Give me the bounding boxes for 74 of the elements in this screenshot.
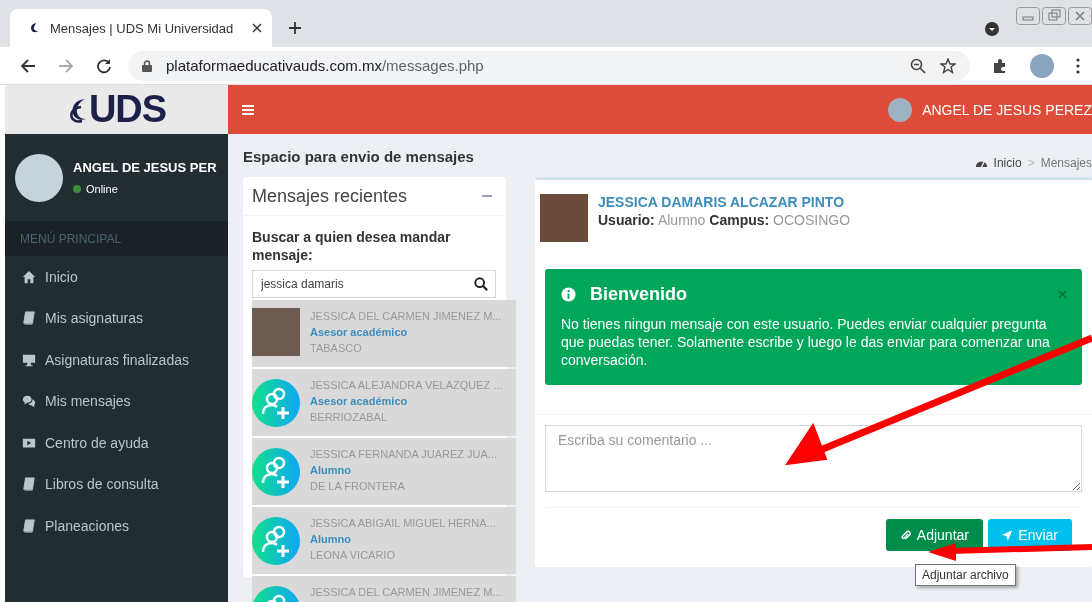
sidebar-item[interactable]: Asignaturas finalizadas xyxy=(5,339,228,381)
profile-avatar[interactable] xyxy=(1030,53,1054,78)
close-icon[interactable] xyxy=(252,23,262,33)
result-name: JESSICA ABIGAIL MIGUEL HERNA... xyxy=(310,516,496,531)
avatar-circle xyxy=(888,97,913,122)
result-campus: DE LA FRONTERA xyxy=(310,479,406,494)
result-role: Alumno xyxy=(310,532,352,547)
tab-title: Mensajes | UDS Mi Universidad xyxy=(50,20,235,36)
result-campus: TABASCO xyxy=(310,341,363,356)
book-icon xyxy=(22,518,36,533)
logo-icon xyxy=(28,22,40,34)
breadcrumb-link[interactable]: Inicio xyxy=(993,156,1022,170)
search-field[interactable]: jessica damaris xyxy=(252,270,496,298)
dashboard-icon xyxy=(974,158,988,168)
result-role: Asesor académico xyxy=(310,394,409,409)
browser-tab[interactable]: Mensajes | UDS Mi Universidad xyxy=(10,9,272,47)
result-name: JESSICA FERNANDA JUAREZ JUA... xyxy=(310,447,498,462)
comment-field[interactable]: Escriba su comentario ... xyxy=(545,425,1082,492)
result-campus: BERRIOZABAL xyxy=(310,410,389,425)
search-icon[interactable] xyxy=(474,277,488,291)
menu-icon[interactable] xyxy=(242,104,254,115)
logo-text: UDS xyxy=(88,88,167,131)
result-role: Asesor académico xyxy=(310,325,409,340)
avatar-circle xyxy=(15,153,63,202)
result-campus: LEONA VICARIO xyxy=(310,548,396,563)
reload-icon[interactable] xyxy=(96,57,112,74)
puzzle-icon[interactable] xyxy=(992,57,1008,74)
paperclip-icon xyxy=(900,528,911,542)
back-arrow-icon[interactable] xyxy=(20,57,36,74)
sidebar-item[interactable]: Inicio xyxy=(5,256,228,298)
home-icon xyxy=(22,269,36,284)
photo-placeholder xyxy=(540,194,588,242)
result-name: JESSICA DEL CARMEN JIMENEZ M... xyxy=(310,585,502,600)
online-status: Online xyxy=(73,183,217,195)
result-role: Alumno xyxy=(310,463,352,478)
tab-search-icon[interactable] xyxy=(984,21,1000,37)
new-tab-icon[interactable] xyxy=(288,21,302,35)
page-title: Espacio para envio de mensajes xyxy=(243,148,474,165)
menu-header: MENÚ PRINCIPAL xyxy=(5,221,228,256)
star-icon[interactable] xyxy=(940,57,956,74)
result-name: JESSICA DEL CARMEN JIMENEZ M... xyxy=(310,309,502,324)
sidebar-item[interactable]: Mis mensajes xyxy=(5,380,228,422)
address-bar[interactable]: plataformaeducativauds.com.mx/messages.php xyxy=(128,50,970,81)
book-icon xyxy=(22,477,36,492)
sidebar-item[interactable]: Mis asignaturas xyxy=(5,297,228,339)
send-icon xyxy=(1002,528,1013,542)
close-window-icon[interactable] xyxy=(1068,7,1092,25)
tooltip: Adjuntar archivo xyxy=(915,564,1016,586)
result-name: JESSICA ALEJANDRA VELAZQUEZ ... xyxy=(310,378,503,393)
alert-message: No tienes ningun mensaje con este usuario. Puedes enviar cualquier pregunta que puedas tener. Solamente escribe y luego le das enviar para comenzar una conversación. xyxy=(561,315,1051,369)
contact-name[interactable]: JESSICA DAMARIS ALCAZAR PINTO xyxy=(598,194,851,210)
add-user-icon xyxy=(252,379,300,427)
add-user-icon xyxy=(252,517,300,565)
search-label: Buscar a quien desea mandar mensaje: xyxy=(252,228,452,264)
sidebar-item[interactable]: Planeaciones xyxy=(5,505,228,547)
more-icon[interactable] xyxy=(1076,57,1080,74)
user-name: ANGEL DE JESUS PER xyxy=(73,160,217,175)
contact-details: Usuario: Alumno Campus: OCOSINGO xyxy=(598,212,851,228)
monitor-icon xyxy=(22,352,36,367)
chat-icon xyxy=(22,394,36,409)
zoom-out-icon[interactable] xyxy=(910,57,926,74)
panel-title: Mensajes recientes xyxy=(252,185,408,207)
attach-button[interactable]: Adjuntar xyxy=(886,519,983,551)
add-user-icon xyxy=(252,448,300,496)
alert-title: Bienvenido xyxy=(590,284,687,305)
book-icon xyxy=(22,311,36,326)
breadcrumb-link[interactable]: Mensajes xyxy=(1040,156,1092,170)
sidebar-item[interactable]: Centro de ayuda xyxy=(5,422,228,464)
lock-icon xyxy=(142,59,152,72)
sidebar-item[interactable]: Libros de consulta xyxy=(5,463,228,505)
info-icon xyxy=(561,287,576,302)
breadcrumb-separator: > xyxy=(1027,156,1035,170)
photo-placeholder xyxy=(252,308,300,356)
user-menu[interactable]: ANGEL DE JESUS PEREZ xyxy=(922,101,1092,118)
